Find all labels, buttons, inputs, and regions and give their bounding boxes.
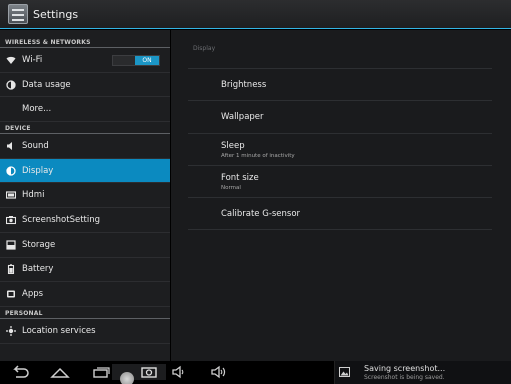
battery-icon: [5, 264, 16, 275]
settings-item-label: Apps: [22, 289, 44, 300]
wifi-icon: [5, 54, 16, 65]
settings-item-data-usage[interactable]: Data usage: [0, 73, 170, 98]
camera-icon: [5, 214, 16, 225]
hdmi-icon: [5, 190, 16, 201]
settings-app-icon[interactable]: [8, 4, 28, 24]
location-icon: [5, 325, 16, 336]
settings-item-apps[interactable]: Apps: [0, 282, 170, 307]
settings-item-hdmi[interactable]: Hdmi: [0, 183, 170, 209]
settings-item-label: Wi-Fi: [22, 54, 43, 65]
pref-brightness[interactable]: Brightness: [188, 69, 492, 101]
pref-wallpaper[interactable]: Wallpaper: [188, 101, 492, 134]
section-header-personal: PERSONAL: [0, 307, 170, 319]
pref-summary: After 1 minute of inactivity: [221, 152, 295, 159]
sound-icon: [5, 140, 16, 151]
settings-item-display[interactable]: Display: [0, 158, 170, 184]
settings-item-label: Hdmi: [22, 190, 45, 201]
settings-item-label: Storage: [22, 239, 56, 250]
settings-item-storage[interactable]: Storage: [0, 233, 170, 258]
storage-icon: [5, 239, 16, 250]
pref-calibrate-g-sensor[interactable]: Calibrate G-sensor: [188, 198, 492, 230]
touch-indicator: [120, 372, 134, 384]
recent-apps-icon[interactable]: [90, 364, 112, 380]
data-usage-icon: [5, 79, 16, 90]
pref-title: Brightness: [221, 79, 267, 90]
notification-subtitle: Screenshot is being saved.: [364, 374, 445, 381]
settings-item-label: ScreenshotSetting: [22, 214, 101, 225]
pref-title: Sleep: [221, 140, 245, 151]
notification-title: Saving screenshot...: [364, 364, 446, 373]
settings-headers-list: WIRELESS & NETWORKS Wi-Fi ON Data usage …: [0, 30, 170, 361]
settings-item-label: Display: [22, 165, 54, 176]
settings-item-label: Sound: [22, 140, 49, 151]
wifi-toggle[interactable]: ON: [112, 55, 160, 66]
settings-item-location-services[interactable]: Location services: [0, 319, 170, 344]
pref-title: Calibrate G-sensor: [221, 208, 301, 219]
pref-font-size[interactable]: Font size Normal: [188, 166, 492, 198]
settings-item-label: Battery: [22, 264, 54, 275]
back-icon[interactable]: [9, 364, 31, 380]
volume-up-icon[interactable]: [208, 364, 230, 380]
volume-down-icon[interactable]: [169, 364, 191, 380]
display-icon: [5, 165, 16, 176]
pref-title: Wallpaper: [221, 112, 264, 122]
settings-item-sound[interactable]: Sound: [0, 134, 170, 159]
settings-item-label: Data usage: [22, 79, 71, 90]
pref-title: Font size: [221, 172, 259, 183]
settings-item-wifi[interactable]: Wi-Fi ON: [0, 48, 170, 73]
home-icon[interactable]: [49, 364, 71, 380]
wifi-toggle-state: ON: [135, 56, 159, 65]
settings-item-label: Location services: [22, 325, 96, 336]
settings-item-screenshotsetting[interactable]: ScreenshotSetting: [0, 208, 170, 233]
display-settings-pane: Display Brightness Wallpaper Sleep After…: [171, 30, 511, 361]
pane-header: Display: [193, 45, 216, 52]
settings-item-more[interactable]: More...: [0, 97, 170, 123]
screenshot-notification[interactable]: Saving screenshot... Screenshot is being…: [334, 361, 511, 384]
settings-item-label: More...: [22, 104, 52, 115]
section-header-wireless: WIRELESS & NETWORKS: [0, 30, 170, 48]
apps-icon: [5, 289, 16, 300]
app-title: Settings: [33, 7, 79, 21]
action-bar: Settings: [0, 0, 511, 29]
pref-sleep[interactable]: Sleep After 1 minute of inactivity: [188, 134, 492, 166]
settings-item-battery[interactable]: Battery: [0, 258, 170, 283]
pref-summary: Normal: [221, 184, 241, 191]
image-icon: [339, 367, 350, 377]
section-header-device: DEVICE: [0, 122, 170, 135]
